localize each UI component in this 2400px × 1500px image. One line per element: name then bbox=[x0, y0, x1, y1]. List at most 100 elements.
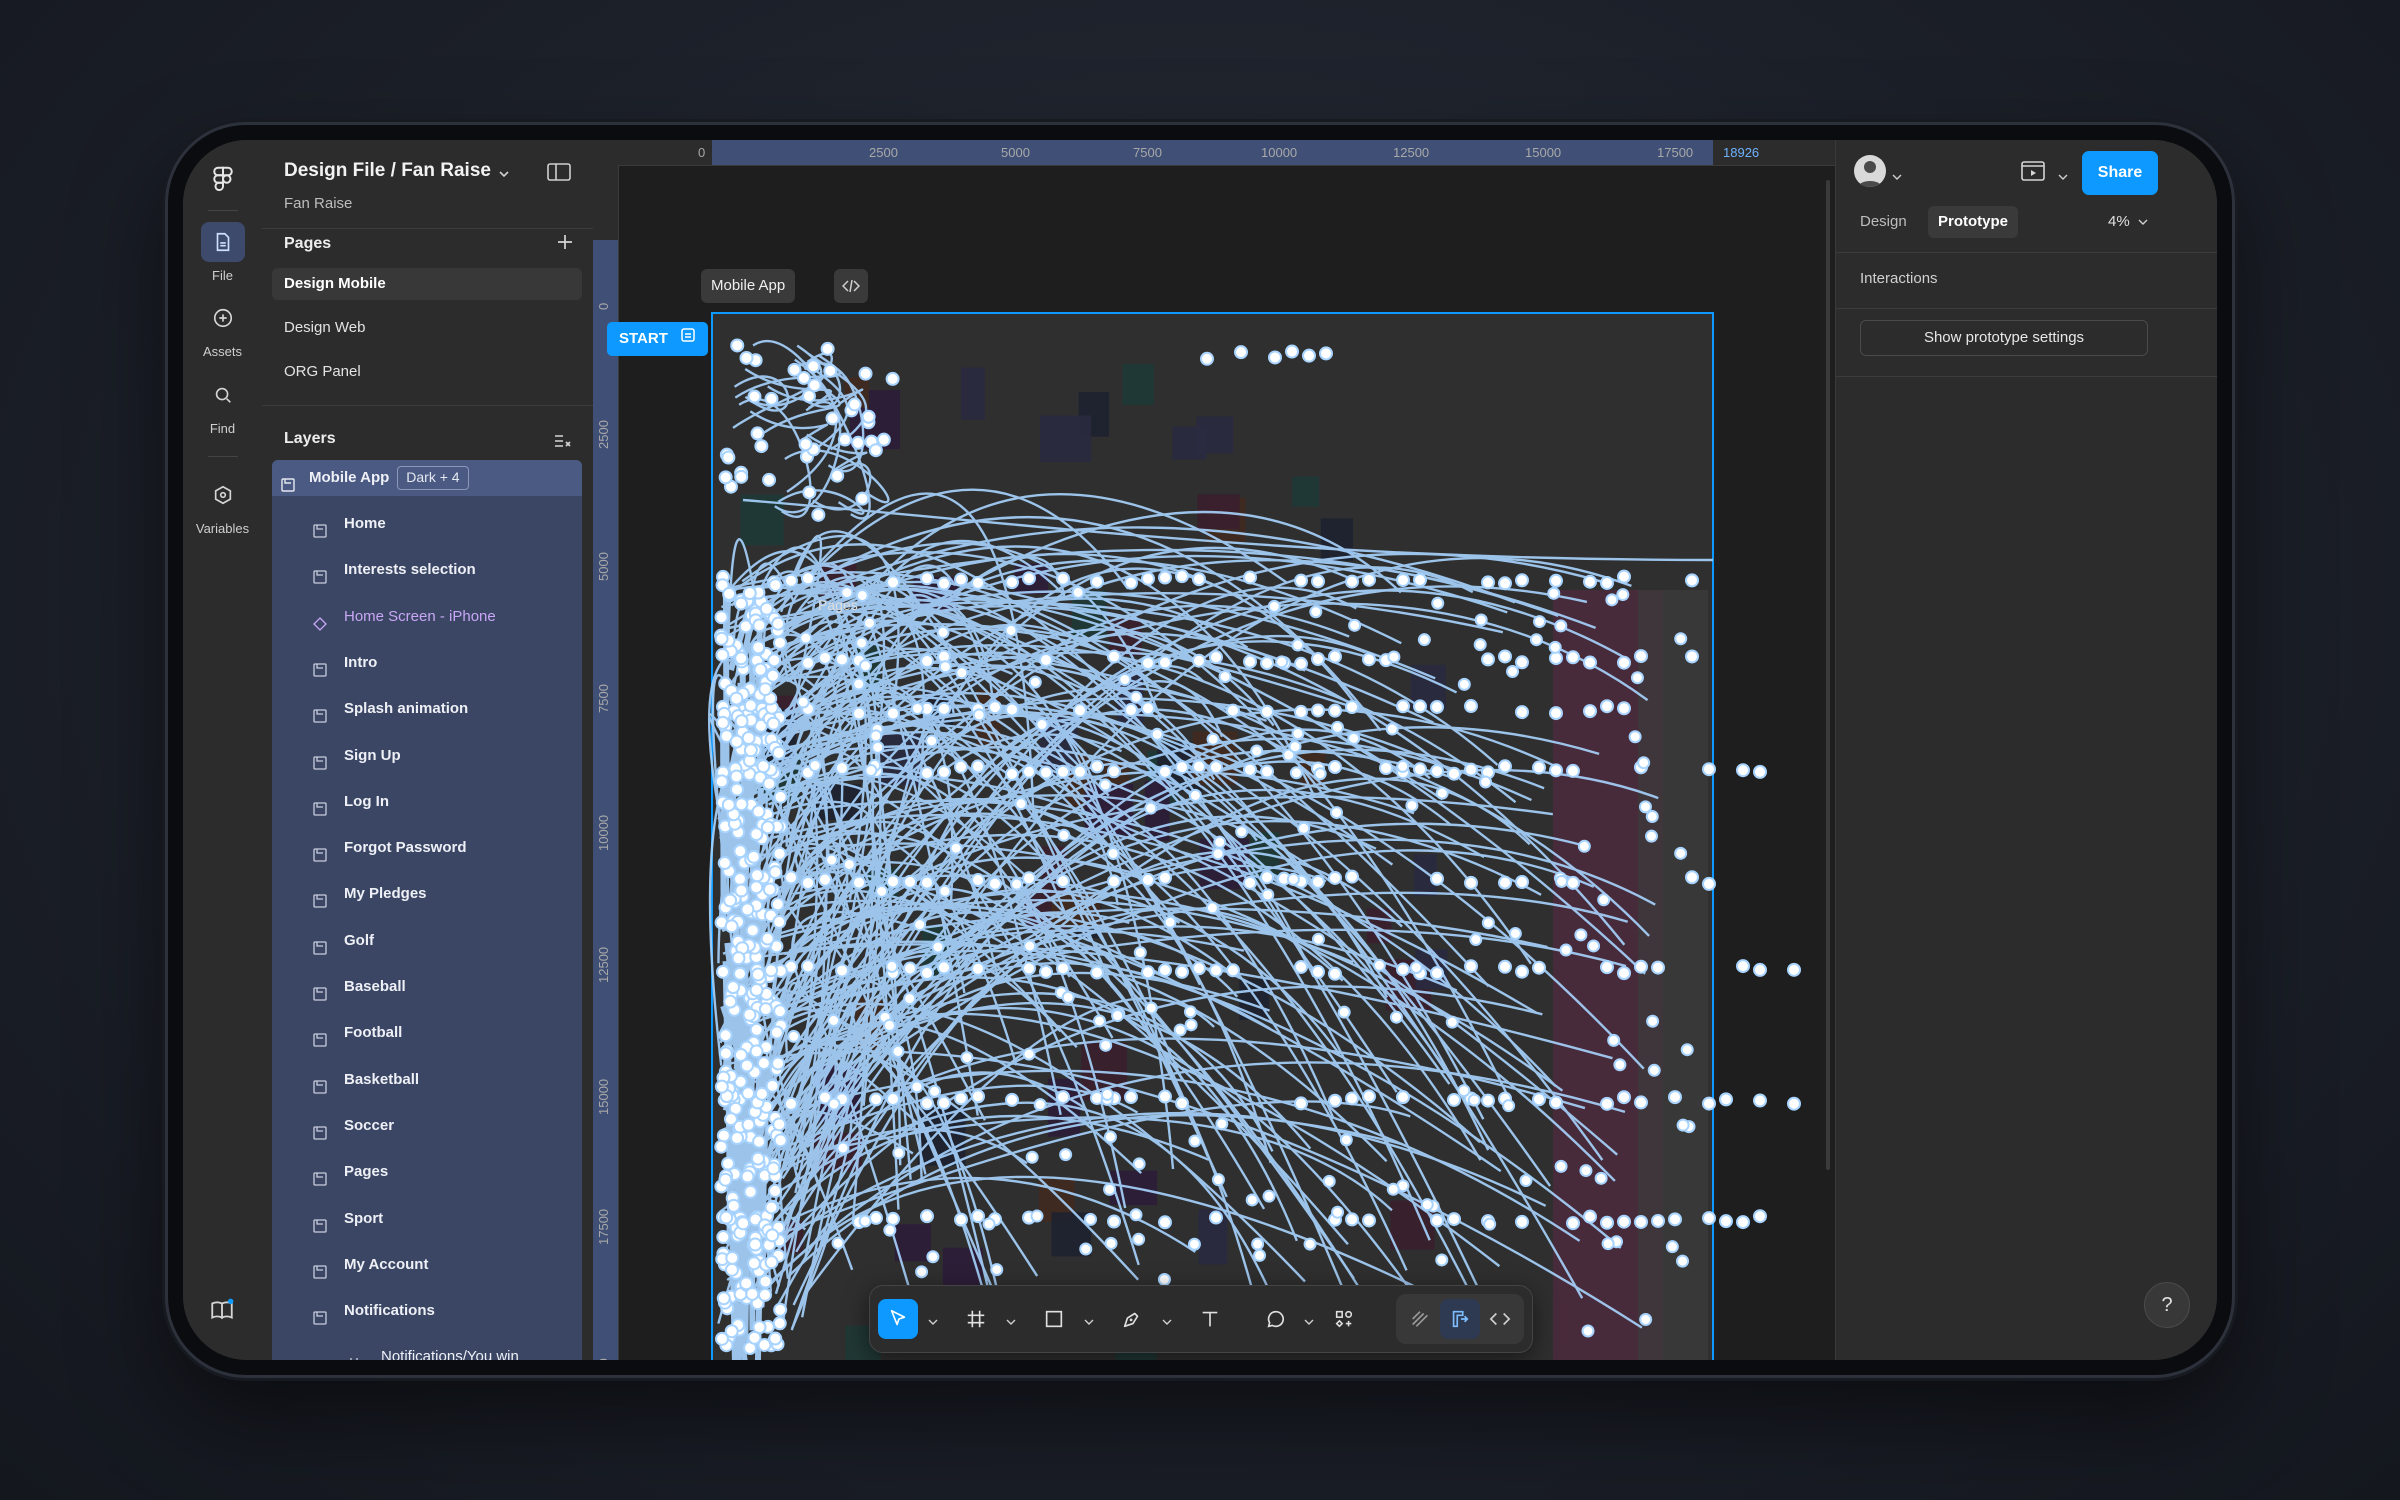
prototype-icon[interactable] bbox=[1440, 1299, 1480, 1339]
connection-node bbox=[1107, 874, 1121, 889]
page-item-design-mobile[interactable]: Design Mobile bbox=[272, 268, 582, 300]
connection-node bbox=[1702, 762, 1716, 777]
connection-node bbox=[784, 573, 798, 588]
draw-icon[interactable] bbox=[1400, 1299, 1440, 1339]
file-title[interactable]: Design File / Fan Raise bbox=[284, 160, 491, 182]
connection-node bbox=[837, 432, 852, 447]
zoom-level[interactable]: 4% bbox=[2108, 213, 2148, 230]
connection-node bbox=[1566, 875, 1580, 890]
connection-node bbox=[972, 708, 986, 722]
connection-node bbox=[869, 729, 883, 743]
show-prototype-settings-button[interactable]: Show prototype settings bbox=[1860, 320, 2148, 356]
rail-find[interactable]: Find bbox=[183, 375, 262, 436]
panel-toggle-icon[interactable] bbox=[547, 162, 571, 187]
canvas-scrollbar[interactable] bbox=[1826, 180, 1830, 1170]
tab-design[interactable]: Design bbox=[1850, 206, 1917, 238]
connection-node bbox=[1577, 839, 1591, 853]
connection-node bbox=[949, 841, 963, 855]
chevron-down-icon[interactable] bbox=[1304, 1313, 1314, 1331]
connection-node bbox=[756, 759, 771, 774]
chevron-down-icon[interactable] bbox=[2058, 168, 2068, 186]
connection-node bbox=[1183, 1005, 1197, 1019]
connection-node bbox=[1311, 652, 1325, 667]
share-button[interactable]: Share bbox=[2082, 151, 2158, 195]
connection-node bbox=[1014, 797, 1028, 811]
layer-item[interactable]: Sign Up bbox=[272, 738, 582, 774]
connection-node bbox=[1420, 1198, 1434, 1212]
present-icon[interactable] bbox=[2020, 160, 2046, 189]
connection-node bbox=[801, 655, 815, 670]
page-item-org-panel[interactable]: ORG Panel bbox=[272, 356, 582, 388]
connection-node bbox=[1417, 633, 1431, 647]
chevron-down-icon bbox=[2138, 219, 2148, 225]
layer-root-mobile-app[interactable]: Mobile App Dark + 4 bbox=[272, 460, 582, 496]
layer-item[interactable]: Intro bbox=[272, 645, 582, 681]
help-button[interactable]: ? bbox=[2144, 1282, 2190, 1328]
connection-node bbox=[960, 1051, 974, 1065]
layer-item[interactable]: Golf bbox=[272, 923, 582, 959]
layer-item[interactable]: Interests selection bbox=[272, 552, 582, 588]
layer-list-options-icon[interactable] bbox=[553, 433, 573, 456]
project-name[interactable]: Fan Raise bbox=[284, 195, 352, 212]
layer-item[interactable]: My Pledges bbox=[272, 876, 582, 912]
resources-book-icon[interactable] bbox=[209, 1297, 235, 1328]
layer-item[interactable]: Football bbox=[272, 1015, 582, 1051]
chevron-down-icon[interactable] bbox=[928, 1313, 938, 1331]
add-page-plus-icon[interactable] bbox=[555, 232, 575, 257]
connection-node bbox=[756, 1056, 771, 1071]
connection-node bbox=[876, 432, 891, 447]
connection-node bbox=[752, 618, 767, 633]
connection-node bbox=[1129, 690, 1143, 704]
layer-item[interactable]: Pages bbox=[272, 1154, 582, 1190]
connection-node bbox=[1498, 759, 1512, 774]
layer-item[interactable]: Notifications/You win bbox=[272, 1339, 582, 1360]
connection-node bbox=[771, 745, 786, 760]
chevron-down-icon[interactable] bbox=[1006, 1313, 1016, 1331]
move-icon[interactable] bbox=[878, 1299, 918, 1339]
layer-item[interactable]: Log In bbox=[272, 784, 582, 820]
rectangle-icon[interactable] bbox=[1034, 1299, 1074, 1339]
layer-item[interactable]: Home Screen - iPhone bbox=[272, 599, 582, 635]
dev-mode-icon[interactable] bbox=[1480, 1299, 1520, 1339]
connection-node bbox=[1579, 1164, 1593, 1178]
figma-logo-icon[interactable] bbox=[208, 164, 238, 199]
layer-item[interactable]: Soccer bbox=[272, 1108, 582, 1144]
connection-node bbox=[1617, 1090, 1631, 1105]
connection-node bbox=[716, 1230, 731, 1245]
text-icon[interactable] bbox=[1190, 1299, 1230, 1339]
connection-node bbox=[1600, 1096, 1614, 1111]
layer-item[interactable]: Notifications bbox=[272, 1293, 582, 1329]
layer-item[interactable]: Basketball bbox=[272, 1062, 582, 1098]
tab-prototype[interactable]: Prototype bbox=[1928, 206, 2019, 238]
layer-item[interactable]: Baseball bbox=[272, 969, 582, 1005]
pen-icon[interactable] bbox=[1112, 1299, 1152, 1339]
rail-file[interactable]: File bbox=[183, 222, 262, 283]
variable-mode-badge[interactable]: Dark + 4 bbox=[397, 466, 469, 491]
layer-item[interactable]: Splash animation bbox=[272, 691, 582, 727]
comment-icon[interactable] bbox=[1256, 1299, 1296, 1339]
layer-item[interactable]: Home bbox=[272, 506, 582, 542]
connection-node bbox=[1753, 962, 1767, 977]
connection-node bbox=[715, 715, 730, 730]
layer-item[interactable]: Forgot Password bbox=[272, 830, 582, 866]
actions-icon[interactable] bbox=[1324, 1299, 1364, 1339]
layer-item[interactable]: My Account bbox=[272, 1247, 582, 1283]
connection-node bbox=[743, 1184, 758, 1199]
connection-node bbox=[1676, 1118, 1690, 1132]
page-item-design-web[interactable]: Design Web bbox=[272, 312, 582, 344]
flow-start-chip[interactable]: START bbox=[607, 322, 709, 356]
connection-node bbox=[1302, 348, 1316, 363]
frame-icon[interactable] bbox=[956, 1299, 996, 1339]
rail-assets[interactable]: Assets bbox=[183, 298, 262, 359]
layer-item[interactable]: Sport bbox=[272, 1201, 582, 1237]
chevron-down-icon[interactable] bbox=[1892, 168, 1902, 186]
chevron-down-icon[interactable] bbox=[1084, 1313, 1094, 1331]
avatar[interactable] bbox=[1854, 155, 1886, 187]
connection-node bbox=[1056, 874, 1070, 889]
canvas[interactable]: 0 2500 5000 7500 10000 12500 15000 17500… bbox=[593, 140, 1835, 1360]
connection-node bbox=[1396, 699, 1410, 714]
connection-node bbox=[971, 873, 985, 888]
chevron-down-icon[interactable] bbox=[1162, 1313, 1172, 1331]
rail-variables[interactable]: Variables bbox=[183, 475, 262, 536]
chevron-down-icon[interactable] bbox=[498, 166, 510, 184]
